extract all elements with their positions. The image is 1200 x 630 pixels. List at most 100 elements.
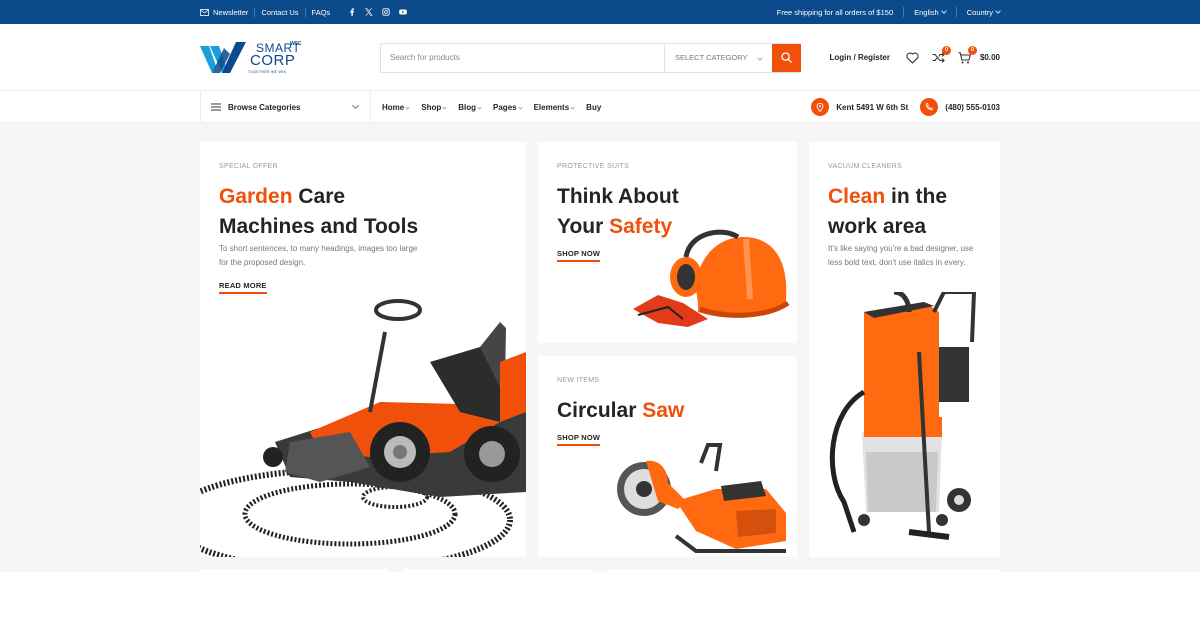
store-address[interactable]: Kent 5491 W 6th St xyxy=(811,98,908,116)
nav-buy-label: Buy xyxy=(586,102,602,112)
title-text: Think About xyxy=(557,185,679,208)
category-card xyxy=(403,569,593,573)
safety-banner[interactable]: PROTECTIVE SUITS Think About Your Safety… xyxy=(538,142,797,343)
banner-kicker: SPECIAL OFFER xyxy=(219,163,278,170)
nav-shop-label: Shop xyxy=(421,102,442,112)
social-links xyxy=(348,8,408,16)
youtube-icon[interactable] xyxy=(399,8,408,16)
site-logo[interactable]: SMART WSC CORP TOGETHER WE WIN xyxy=(200,38,310,78)
compare-button[interactable]: 0 xyxy=(932,45,951,65)
title-text-line2: work area xyxy=(828,215,927,238)
site-header: SMART WSC CORP TOGETHER WE WIN SELECT CA… xyxy=(0,24,1200,91)
nav-blog-label: Blog xyxy=(458,102,477,112)
facebook-icon[interactable] xyxy=(348,8,356,16)
map-pin-icon xyxy=(811,98,830,116)
category-card xyxy=(607,569,1000,573)
store-phone[interactable]: (480) 555-0103 xyxy=(920,98,1000,116)
free-shipping-text: Free shipping for all orders of $150 xyxy=(776,7,894,17)
faqs-label: FAQs xyxy=(311,7,331,17)
chevron-down-icon xyxy=(405,104,410,110)
cart-icon-wrap: 0 xyxy=(958,45,977,65)
nav-pages-label: Pages xyxy=(493,102,517,112)
phone-text: (480) 555-0103 xyxy=(945,102,1000,112)
riding-mower-image xyxy=(200,299,526,557)
browse-categories-button[interactable]: Browse Categories xyxy=(200,91,371,123)
shop-now-link[interactable]: SHOP NOW xyxy=(557,249,601,262)
country-select[interactable]: Country xyxy=(966,7,1001,17)
chevron-down-icon xyxy=(351,101,360,110)
chevron-down-icon xyxy=(477,104,482,110)
login-register-link[interactable]: Login / Register xyxy=(830,53,890,62)
vacuum-cleaner-banner[interactable]: VACUUM CLEANERS Clean in the work area I… xyxy=(809,142,1000,557)
banner-kicker: VACUUM CLEANERS xyxy=(828,163,902,170)
title-highlight: Saw xyxy=(642,399,685,422)
menu-icon xyxy=(211,103,221,111)
circular-saw-image xyxy=(617,443,786,553)
top-right: Free shipping for all orders of $150 Eng… xyxy=(776,7,1001,17)
title-text: Circular xyxy=(557,399,643,422)
banner-title: Clean in the work area xyxy=(828,182,947,242)
logo-tagline: TOGETHER WE WIN xyxy=(248,69,287,74)
circular-saw-banner[interactable]: NEW ITEMS Circular Saw SHOP NOW xyxy=(538,356,797,557)
contact-info: Kent 5491 W 6th St (480) 555-0103 xyxy=(811,98,1000,116)
x-icon[interactable] xyxy=(365,8,373,16)
divider xyxy=(903,7,905,17)
promo-banners: SPECIAL OFFER Garden Care Machines and T… xyxy=(0,123,1200,573)
vacuum-cleaner-image xyxy=(829,292,977,540)
browse-categories-label: Browse Categories xyxy=(228,102,301,112)
nav-home[interactable]: Home xyxy=(382,102,410,112)
banner-title: Garden Care Machines and Tools xyxy=(219,182,418,242)
nav-elements[interactable]: Elements xyxy=(534,103,575,112)
contact-us-link[interactable]: Contact Us xyxy=(255,7,306,17)
newsletter-link[interactable]: Newsletter xyxy=(200,7,256,17)
language-label: English xyxy=(914,7,939,17)
search-button[interactable] xyxy=(772,43,801,72)
wishlist-button[interactable] xyxy=(906,51,920,65)
search-icon xyxy=(781,52,792,63)
chevron-down-icon xyxy=(442,104,447,110)
main-navigation: Browse Categories Home Shop Blog Pages E… xyxy=(0,91,1200,123)
shop-now-link[interactable]: SHOP NOW xyxy=(557,433,601,446)
title-highlight: Clean xyxy=(828,185,886,208)
nav-pages[interactable]: Pages xyxy=(493,102,523,112)
banner-kicker: PROTECTIVE SUITS xyxy=(557,163,630,170)
top-bar: Newsletter Contact Us FAQs Free shipping… xyxy=(0,0,1200,24)
chevron-down-icon xyxy=(940,7,947,14)
cart-count-badge: 0 xyxy=(967,45,977,55)
title-text-line2: Machines and Tools xyxy=(219,215,419,238)
hard-hat-image xyxy=(633,229,790,327)
instagram-icon[interactable] xyxy=(382,8,390,16)
contact-us-label: Contact Us xyxy=(261,7,299,17)
language-select[interactable]: English xyxy=(914,7,947,17)
nav-home-label: Home xyxy=(382,102,405,112)
nav-buy[interactable]: Buy xyxy=(586,103,601,112)
search-bar: SELECT CATEGORY xyxy=(380,42,801,73)
chevron-down-icon xyxy=(517,104,523,110)
title-text-line2: Your xyxy=(557,215,610,238)
chevron-down-icon xyxy=(570,104,575,110)
chevron-down-icon xyxy=(995,7,1001,14)
nav-blog[interactable]: Blog xyxy=(458,102,482,112)
cart-total: $0.00 xyxy=(979,53,1000,62)
top-links: Newsletter Contact Us FAQs xyxy=(200,7,337,17)
divider xyxy=(955,7,957,17)
faqs-link[interactable]: FAQs xyxy=(306,8,337,17)
address-text: Kent 5491 W 6th St xyxy=(836,102,909,112)
banner-description: To short sentences, to many headings, im… xyxy=(219,244,418,267)
newsletter-label: Newsletter xyxy=(213,7,249,17)
header-actions: Login / Register 0 0 $0.00 xyxy=(830,45,1000,65)
category-card xyxy=(200,569,388,573)
banner-title: Circular Saw xyxy=(557,396,684,426)
menu-bar: Home Shop Blog Pages Elements Buy xyxy=(371,103,601,112)
country-label: Country xyxy=(966,7,993,17)
mail-icon xyxy=(200,8,209,16)
search-input[interactable] xyxy=(381,43,664,72)
title-text: in the xyxy=(885,185,948,208)
nav-elements-label: Elements xyxy=(533,102,570,112)
nav-shop[interactable]: Shop xyxy=(421,102,447,112)
garden-care-banner[interactable]: SPECIAL OFFER Garden Care Machines and T… xyxy=(200,142,526,557)
banner-kicker: NEW ITEMS xyxy=(557,377,600,384)
logo-text-sup: WSC xyxy=(290,40,302,47)
cart-button[interactable]: 0 $0.00 xyxy=(958,45,1000,65)
category-select[interactable]: SELECT CATEGORY xyxy=(664,43,772,72)
